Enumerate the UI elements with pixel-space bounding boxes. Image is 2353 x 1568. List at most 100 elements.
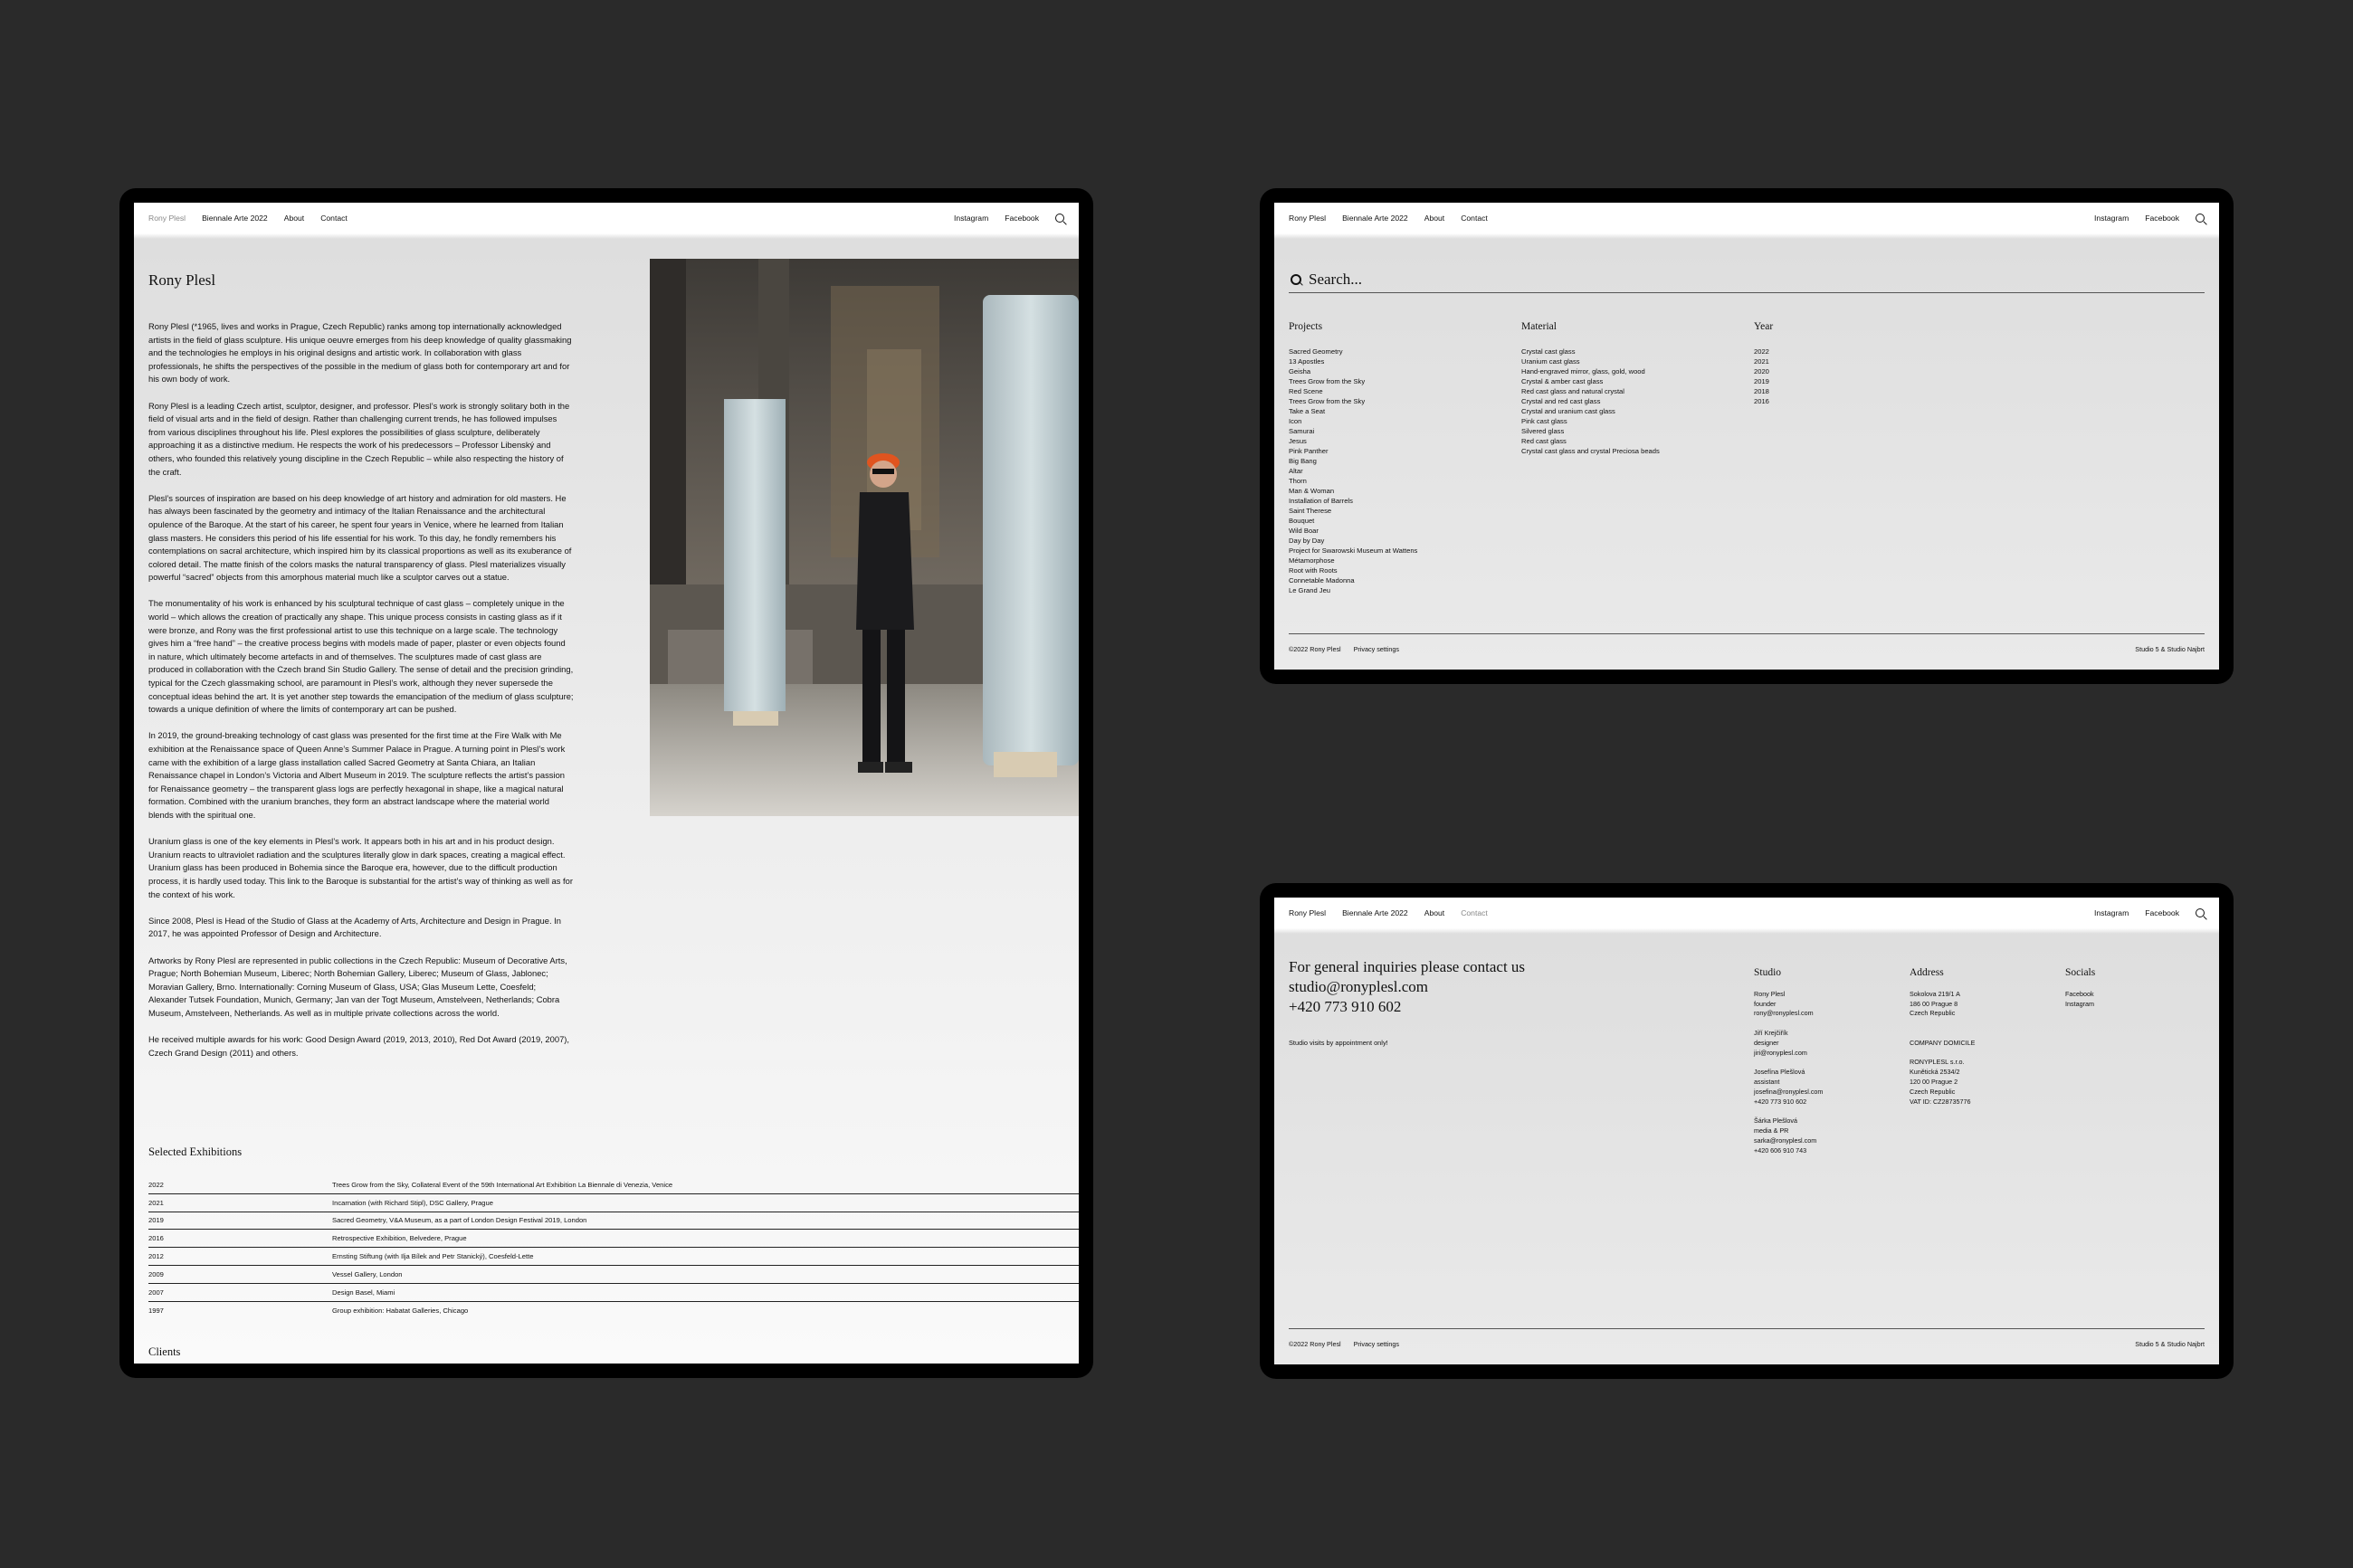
year-filter-item[interactable]: 2022 (1754, 347, 1773, 356)
year-filter-item[interactable]: 2016 (1754, 396, 1773, 406)
facebook-link[interactable]: Facebook (2145, 908, 2179, 917)
material-filter-item[interactable]: Crystal and red cast glass (1521, 396, 1660, 406)
social-facebook-link[interactable]: Facebook (2065, 990, 2095, 1000)
project-filter-item[interactable]: Geisha (1289, 366, 1417, 376)
project-filter-item[interactable]: Installation of Barrels (1289, 496, 1417, 506)
material-filter-item[interactable]: Crystal cast glass and crystal Preciosa … (1521, 446, 1660, 456)
contact-email-link[interactable]: studio@ronyplesl.com (1289, 977, 1525, 997)
person-detail[interactable]: jiri@ronyplesl.com (1754, 1049, 1823, 1059)
bio-paragraph: Uranium glass is one of the key elements… (148, 836, 573, 899)
year-filter-item[interactable]: 2021 (1754, 356, 1773, 366)
project-filter-item[interactable]: Altar (1289, 466, 1417, 476)
footer: ©2022 Rony Plesl Privacy settings Studio… (1289, 633, 2205, 653)
nav-contact-link[interactable]: Contact (1461, 214, 1488, 223)
year-filter-item[interactable]: 2020 (1754, 366, 1773, 376)
exhibition-year: 1997 (148, 1306, 164, 1315)
about-page-screen: Rony Plesl Biennale Arte 2022 About Cont… (134, 203, 1079, 1364)
person-detail[interactable]: josefina@ronyplesl.com (1754, 1088, 1823, 1098)
studio-visit-note: Studio visits by appointment only! (1289, 1039, 1388, 1047)
table-row: 2022 Trees Grow from the Sky, Collateral … (148, 1176, 1079, 1194)
project-filter-item[interactable]: Big Bang (1289, 456, 1417, 466)
material-filter-item[interactable]: Hand-engraved mirror, glass, gold, wood (1521, 366, 1660, 376)
material-filter-item[interactable]: Crystal & amber cast glass (1521, 376, 1660, 386)
contact-page-screen: Rony Plesl Biennale Arte 2022 About Cont… (1274, 898, 2219, 1364)
material-filter-item[interactable]: Silvered glass (1521, 426, 1660, 436)
project-filter-item[interactable]: Thorn (1289, 476, 1417, 486)
nav-biennale-link[interactable]: Biennale Arte 2022 (1342, 214, 1408, 223)
table-row: 2019 Sacred Geometry, V&A Museum, as a pa… (148, 1212, 1079, 1231)
project-filter-item[interactable]: Samurai (1289, 426, 1417, 436)
search-placeholder: Search... (1309, 270, 1363, 288)
nav-about-link[interactable]: About (1424, 214, 1444, 223)
year-list: 2022 2021 2020 2019 2018 2016 (1754, 347, 1773, 406)
exhibition-year: 2012 (148, 1252, 164, 1261)
instagram-link[interactable]: Instagram (2094, 908, 2129, 917)
project-filter-item[interactable]: Pink Panther (1289, 446, 1417, 456)
nav-contact-link[interactable]: Contact (1461, 908, 1488, 917)
domicile-title: COMPANY DOMICILE (1910, 1038, 1976, 1047)
nav-biennale-link[interactable]: Biennale Arte 2022 (202, 214, 268, 223)
search-icon[interactable] (2196, 908, 2205, 917)
search-icon (1291, 273, 1301, 285)
year-filter-item[interactable]: 2019 (1754, 376, 1773, 386)
project-filter-item[interactable]: Sacred Geometry (1289, 347, 1417, 356)
nav-about-link[interactable]: About (1424, 908, 1444, 917)
nav-biennale-link[interactable]: Biennale Arte 2022 (1342, 908, 1408, 917)
project-filter-item[interactable]: Bouquet (1289, 516, 1417, 526)
project-filter-item[interactable]: Day by Day (1289, 536, 1417, 546)
material-filter-item[interactable]: Uranium cast glass (1521, 356, 1660, 366)
project-filter-item[interactable]: Red Scene (1289, 386, 1417, 396)
project-filter-item[interactable]: Wild Boar (1289, 526, 1417, 536)
search-icon[interactable] (2196, 214, 2205, 223)
project-filter-item[interactable]: Connetable Madonna (1289, 575, 1417, 585)
projects-title: Projects (1289, 321, 1323, 332)
project-filter-item[interactable]: Métamorphose (1289, 556, 1417, 565)
project-filter-item[interactable]: Le Grand Jeu (1289, 585, 1417, 595)
year-filter-item[interactable]: 2018 (1754, 386, 1773, 396)
project-filter-item[interactable]: Jesus (1289, 436, 1417, 446)
material-filter-item[interactable]: Red cast glass (1521, 436, 1660, 446)
bio-paragraph: In 2019, the ground-breaking technology … (148, 730, 566, 820)
search-input[interactable]: Search... (1289, 266, 2205, 293)
credits-link[interactable]: Studio 5 & Studio Najbrt (2135, 1340, 2205, 1348)
contact-phone-link[interactable]: +420 773 910 602 (1289, 997, 1525, 1017)
credits-link[interactable]: Studio 5 & Studio Najbrt (2135, 645, 2205, 653)
project-filter-item[interactable]: Root with Roots (1289, 565, 1417, 575)
facebook-link[interactable]: Facebook (1005, 214, 1039, 223)
project-filter-item[interactable]: Icon (1289, 416, 1417, 426)
facebook-link[interactable]: Facebook (2145, 214, 2179, 223)
project-filter-item[interactable]: Trees Grow from the Sky (1289, 396, 1417, 406)
privacy-settings-link[interactable]: Privacy settings (1354, 645, 1399, 653)
instagram-link[interactable]: Instagram (954, 214, 988, 223)
studio-people: Rony Plesl founder rony@ronyplesl.com Jiří … (1754, 990, 1823, 1165)
project-filter-item[interactable]: Trees Grow from the Sky (1289, 376, 1417, 386)
material-filter-item[interactable]: Crystal and uranium cast glass (1521, 406, 1660, 416)
nav-contact-link[interactable]: Contact (320, 214, 348, 223)
exhibition-year: 2022 (148, 1180, 164, 1189)
social-instagram-link[interactable]: Instagram (2065, 1000, 2095, 1010)
person-detail[interactable]: sarka@ronyplesl.com (1754, 1136, 1823, 1146)
instagram-link[interactable]: Instagram (2094, 214, 2129, 223)
project-filter-item[interactable]: Saint Therese (1289, 506, 1417, 516)
person-detail[interactable]: rony@ronyplesl.com (1754, 1009, 1823, 1019)
person-detail[interactable]: +420 606 910 743 (1754, 1146, 1823, 1156)
privacy-settings-link[interactable]: Privacy settings (1354, 1340, 1399, 1348)
person-detail: founder (1754, 999, 1777, 1008)
brand-link[interactable]: Rony Plesl (1289, 908, 1326, 917)
year-title: Year (1754, 321, 1774, 332)
material-filter-item[interactable]: Red cast glass and natural crystal (1521, 386, 1660, 396)
project-filter-item[interactable]: Take a Seat (1289, 406, 1417, 416)
material-filter-item[interactable]: Pink cast glass (1521, 416, 1660, 426)
exhibition-year: 2019 (148, 1216, 164, 1225)
material-filter-item[interactable]: Crystal cast glass (1521, 347, 1660, 356)
brand-link[interactable]: Rony Plesl (1289, 214, 1326, 223)
search-icon[interactable] (1055, 214, 1064, 223)
project-filter-item[interactable]: Project for Swarowski Museum at Wattens (1289, 546, 1417, 556)
project-filter-item[interactable]: Man & Woman (1289, 486, 1417, 496)
person-detail[interactable]: +420 773 910 602 (1754, 1098, 1823, 1107)
address-title: Address (1910, 967, 1944, 978)
nav-about-link[interactable]: About (284, 214, 304, 223)
clients-title: Clients (148, 1345, 181, 1358)
brand-link[interactable]: Rony Plesl (148, 214, 186, 223)
project-filter-item[interactable]: 13 Apostles (1289, 356, 1417, 366)
